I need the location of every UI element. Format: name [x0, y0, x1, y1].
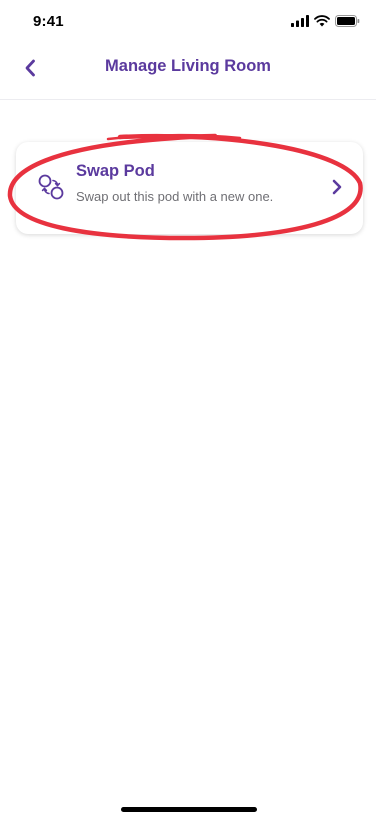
swap-icon [38, 174, 64, 200]
screen: 9:41 Manage Living Room Swap Pod Swap ou… [0, 0, 376, 822]
status-icons [291, 15, 360, 27]
page-title: Manage Living Room [105, 57, 271, 75]
status-bar: 9:41 [0, 0, 376, 44]
nav-header: Manage Living Room [0, 44, 376, 100]
swap-pod-title: Swap Pod [76, 162, 155, 180]
wifi-icon [314, 15, 330, 27]
home-indicator[interactable] [121, 807, 257, 812]
swap-pod-option[interactable]: Swap Pod Swap out this pod with a new on… [16, 142, 363, 234]
signal-icon [291, 15, 309, 27]
swap-pod-description: Swap out this pod with a new one. [76, 189, 274, 204]
status-time: 9:41 [33, 13, 64, 30]
chevron-right-icon [332, 179, 342, 195]
battery-icon [335, 15, 360, 27]
